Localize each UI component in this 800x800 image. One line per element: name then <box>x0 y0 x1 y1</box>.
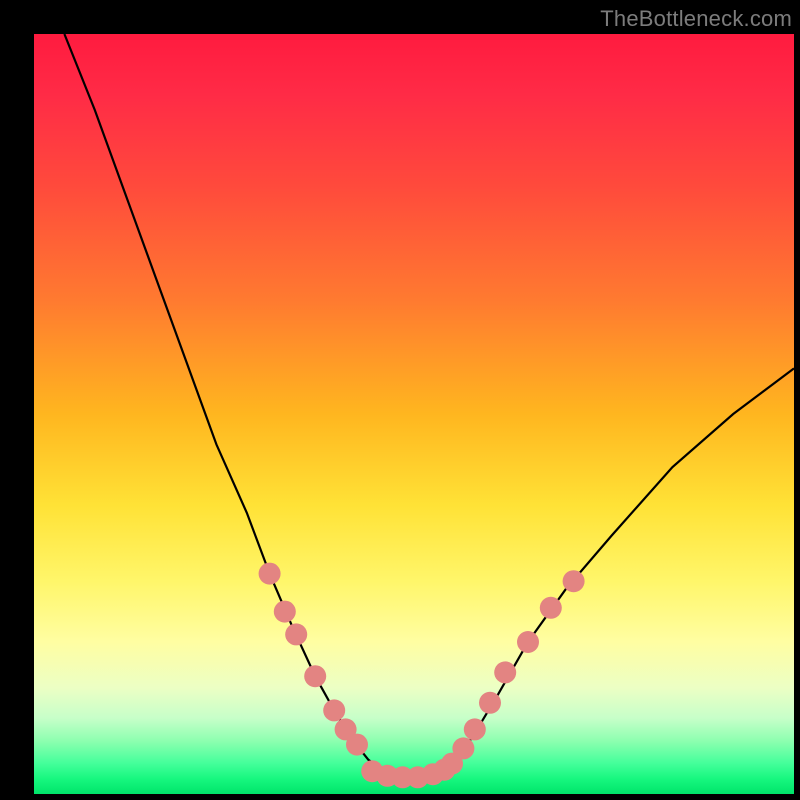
marker-dot <box>494 661 516 683</box>
marker-dot <box>304 665 326 687</box>
marker-dot <box>479 692 501 714</box>
marker-dot <box>274 601 296 623</box>
plot-area <box>34 34 794 794</box>
marker-dot <box>285 623 307 645</box>
marker-dot <box>452 737 474 759</box>
bottleneck-curve <box>64 34 794 777</box>
marker-dot <box>464 718 486 740</box>
marker-dot <box>540 597 562 619</box>
watermark-label: TheBottleneck.com <box>600 6 792 32</box>
marker-dot <box>563 570 585 592</box>
chart-frame: TheBottleneck.com <box>0 0 800 800</box>
marker-dot <box>323 699 345 721</box>
markers-right <box>441 570 585 774</box>
marker-dot <box>346 734 368 756</box>
marker-dot <box>259 563 281 585</box>
marker-dot <box>517 631 539 653</box>
markers-valley <box>361 759 455 789</box>
markers-left <box>259 563 368 756</box>
marker-dot <box>433 759 455 781</box>
chart-svg <box>34 34 794 794</box>
